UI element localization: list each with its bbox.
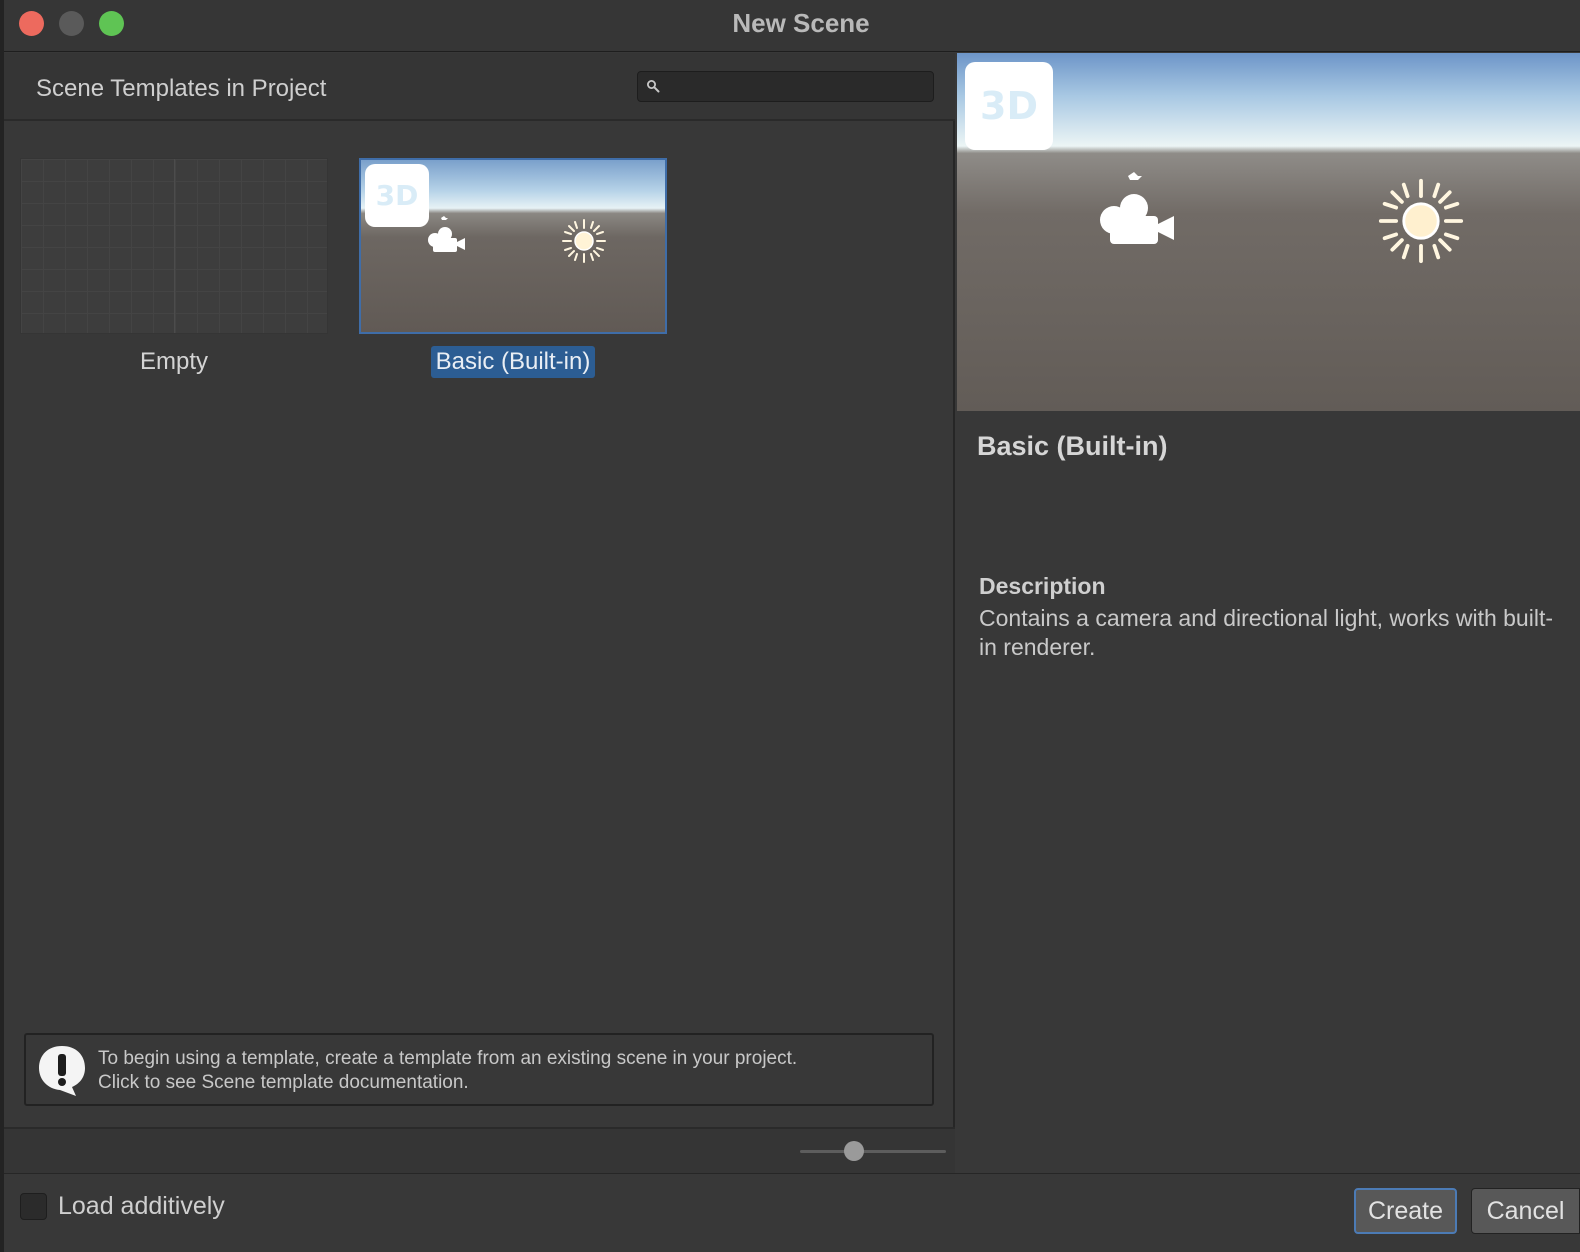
- template-help-line-1: To begin using a template, create a temp…: [98, 1048, 798, 1069]
- templates-header-title: Scene Templates in Project: [36, 75, 327, 102]
- templates-header: Scene Templates in Project: [4, 53, 955, 121]
- thumbnail-size-slider-handle[interactable]: [844, 1141, 865, 1161]
- template-preview: 3D: [957, 53, 1580, 411]
- template-thumbnail-empty[interactable]: [20, 158, 328, 334]
- template-label-empty-text: Empty: [139, 348, 208, 375]
- camera-gizmo-icon: [428, 216, 465, 252]
- load-additively-checkbox[interactable]: [20, 1193, 47, 1220]
- template-label-basic-text: Basic (Built-in): [430, 346, 596, 378]
- template-label-basic[interactable]: Basic (Built-in): [359, 346, 667, 378]
- 3d-badge-icon: 3D: [965, 62, 1053, 150]
- title-bar: New Scene: [4, 0, 1580, 52]
- search-icon: [647, 80, 660, 93]
- description-heading: Description: [979, 573, 1106, 599]
- description-text: Contains a camera and directional light,…: [979, 605, 1553, 660]
- templates-footer: [4, 1127, 955, 1173]
- create-button[interactable]: Create: [1354, 1188, 1457, 1234]
- template-search-input[interactable]: [637, 71, 934, 102]
- sun-light-icon: [562, 219, 606, 263]
- template-label-empty[interactable]: Empty: [20, 346, 328, 378]
- template-help-message[interactable]: To begin using a template, create a temp…: [24, 1033, 934, 1106]
- templates-panel: Scene Templates in Project Empty 3D Basi…: [4, 53, 955, 1173]
- load-additively-label[interactable]: Load additively: [58, 1192, 225, 1221]
- template-detail-title: Basic (Built-in): [977, 431, 1168, 461]
- template-thumbnail-basic[interactable]: 3D: [359, 158, 667, 334]
- warning-icon: [39, 1046, 85, 1096]
- grid-line: [174, 159, 175, 333]
- template-details-panel: 3D Basic (Built-in) Description Contains…: [957, 53, 1580, 1173]
- cancel-button[interactable]: Cancel: [1471, 1188, 1580, 1234]
- template-help-line-2[interactable]: Click to see Scene template documentatio…: [98, 1071, 797, 1095]
- template-help-text: To begin using a template, create a temp…: [98, 1047, 797, 1095]
- new-scene-window: New Scene Scene Templates in Project Emp…: [4, 0, 1580, 1252]
- camera-gizmo-icon: [1100, 172, 1174, 244]
- thumbnail-size-slider-track[interactable]: [800, 1150, 946, 1153]
- window-title: New Scene: [732, 8, 870, 38]
- sun-light-icon: [1378, 178, 1464, 264]
- 3d-badge-icon: 3D: [365, 164, 429, 227]
- dialog-footer: Load additively Create Cancel: [4, 1173, 1580, 1252]
